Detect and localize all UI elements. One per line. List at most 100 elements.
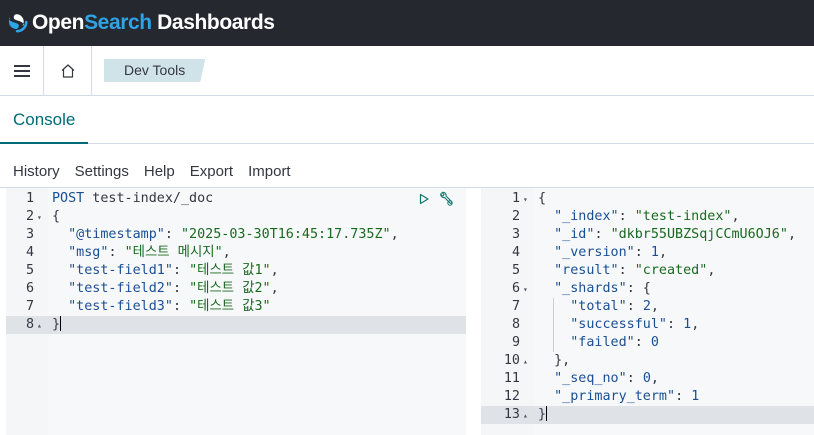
code-line: "_index": "test-index", — [538, 208, 740, 226]
home-icon — [61, 63, 74, 78]
code-token: "테스트 값3" — [189, 299, 271, 314]
tab-console[interactable]: Console — [0, 96, 89, 144]
menu-import[interactable]: Import — [248, 163, 291, 180]
code-token: , — [650, 299, 659, 314]
code-line: "successful": 1, — [538, 316, 699, 334]
brand-part-1: Open — [32, 11, 85, 34]
code-token: "test-field1" — [68, 263, 173, 278]
code-line: "total": 2, — [538, 298, 659, 316]
code-token: : — [618, 209, 635, 224]
code-token: { — [538, 191, 547, 206]
code-token: 1 — [650, 245, 659, 260]
fold-open-icon[interactable]: ▾ — [37, 213, 42, 222]
brand-part-2: Search — [84, 11, 152, 34]
code-line: "_seq_no": 0, — [538, 370, 659, 388]
wrench-icon — [440, 191, 453, 206]
response-viewer[interactable]: 1 ▾ 2 3 4 5 6 ▾ 7 8 9 10 ▴ 11 12 13 ▴ { "_index": "test-… — [481, 188, 814, 435]
line-number: 9 — [511, 335, 520, 350]
indent-guide — [553, 298, 554, 352]
line-number: 11 — [503, 371, 520, 386]
line-number: 2 — [25, 209, 34, 224]
code-token: : — [164, 227, 181, 242]
code-token: , — [270, 263, 279, 278]
pane-resizer[interactable] — [466, 188, 481, 435]
top-header: OpenSearch Dashboards — [0, 0, 814, 46]
line-number: 7 — [511, 299, 520, 314]
code-line: } — [52, 316, 62, 334]
code-token: test-index/_doc — [84, 191, 214, 206]
fold-close-icon[interactable]: ▴ — [523, 411, 528, 420]
fold-close-icon[interactable]: ▴ — [523, 357, 528, 366]
fold-open-icon[interactable]: ▾ — [523, 285, 528, 294]
menu-export[interactable]: Export — [190, 163, 233, 180]
home-button[interactable] — [44, 45, 92, 96]
code-line: "_primary_term": 1 — [538, 388, 699, 406]
code-line: "_version": 1, — [538, 244, 667, 262]
opensearch-logo-icon — [8, 14, 28, 33]
code-token: 2 — [642, 299, 651, 314]
menu-help[interactable]: Help — [144, 163, 175, 180]
code-line: "test-field1": "테스트 값1", — [52, 262, 279, 280]
code-token: , — [707, 263, 716, 278]
code-token: , — [650, 371, 659, 386]
menu-settings[interactable]: Settings — [75, 163, 129, 180]
code-line: "msg": "테스트 메시지", — [52, 244, 231, 262]
send-request-button[interactable] — [416, 191, 432, 207]
code-token: : — [634, 245, 651, 260]
code-line: "_id": "dkbr55UBZSqjCCmU6OJ6", — [538, 226, 796, 244]
line-number: 3 — [25, 227, 34, 242]
breadcrumb-bar: Dev Tools — [0, 45, 814, 96]
code-token: 1 — [691, 389, 700, 404]
line-number: 12 — [503, 389, 520, 404]
code-line: "@timestamp": "2025-03-30T16:45:17.735Z"… — [52, 226, 399, 244]
code-token: , — [658, 245, 667, 260]
request-editor[interactable]: 1 2 ▾ 3 4 5 6 7 8 ▴ POST test-index/_doc{ "@times… — [6, 188, 466, 435]
response-gutter: 1 ▾ 2 3 4 5 6 ▾ 7 8 9 10 ▴ 11 12 13 ▴ — [481, 188, 534, 435]
code-token: 0 — [642, 371, 651, 386]
opensearch-logo[interactable]: OpenSearch Dashboards — [7, 11, 275, 35]
fold-close-icon[interactable]: ▴ — [37, 321, 42, 330]
request-settings-button[interactable] — [438, 191, 454, 207]
line-number: 8 — [511, 317, 520, 332]
code-token: "created" — [634, 263, 708, 278]
code-token: }, — [538, 353, 571, 368]
code-line: { — [52, 208, 60, 226]
brand-part-3: Dashboards — [151, 11, 275, 34]
code-token: "_index" — [554, 209, 619, 224]
hamburger-icon — [13, 64, 30, 77]
code-token: : — [667, 317, 684, 332]
line-number: 2 — [511, 209, 520, 224]
line-number: 3 — [511, 227, 520, 242]
code-token: "_version" — [554, 245, 635, 260]
code-line: "test-field3": "테스트 값3" — [52, 298, 271, 316]
line-number: 8 — [25, 317, 34, 332]
breadcrumb-dev-tools[interactable]: Dev Tools — [104, 59, 206, 82]
code-token: "failed" — [570, 335, 635, 350]
brand-name: OpenSearch Dashboards — [32, 11, 275, 35]
code-token: : — [594, 227, 611, 242]
fold-open-icon[interactable]: ▾ — [523, 195, 528, 204]
line-number: 13 — [503, 407, 520, 422]
code-token: , — [731, 209, 740, 224]
code-token: "test-field2" — [68, 281, 173, 296]
code-token: } — [538, 407, 547, 422]
code-token: : { — [626, 281, 651, 296]
line-number: 1 — [25, 191, 34, 206]
code-line: "failed": 0 — [538, 334, 659, 352]
menu-toggle-button[interactable] — [0, 45, 44, 96]
code-token: "테스트 값2" — [189, 281, 271, 296]
menu-history[interactable]: History — [13, 163, 60, 180]
code-token: : — [108, 245, 125, 260]
line-number: 1 — [511, 191, 520, 206]
request-code[interactable]: POST test-index/_doc{ "@timestamp": "202… — [48, 188, 466, 435]
code-token: , — [270, 281, 279, 296]
code-line: } — [538, 406, 548, 424]
